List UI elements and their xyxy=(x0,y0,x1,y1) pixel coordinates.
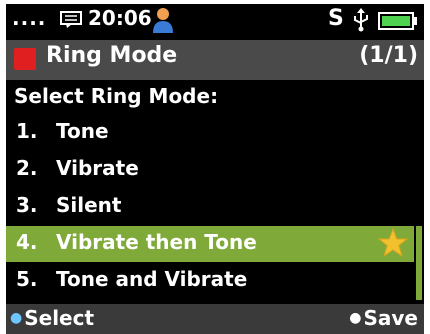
status-bar: .... 20:06 S xyxy=(6,4,424,38)
bullet-icon: ● xyxy=(349,310,362,326)
list-item-silent[interactable]: 3. Silent xyxy=(6,189,414,225)
star-icon xyxy=(378,228,408,258)
item-number: 2. xyxy=(16,156,38,180)
list-item-tone[interactable]: 1. Tone xyxy=(6,115,414,151)
item-label: Vibrate xyxy=(56,156,139,180)
scrollbar[interactable] xyxy=(416,226,422,300)
save-softkey[interactable]: ● Save xyxy=(349,306,418,330)
title-bar: Ring Mode (1/1) xyxy=(6,40,424,80)
save-label: Save xyxy=(363,306,418,330)
app-icon xyxy=(14,48,36,70)
item-label: Tone xyxy=(56,119,109,143)
prompt-label: Select Ring Mode: xyxy=(14,84,219,108)
s-indicator: S xyxy=(328,6,344,31)
bullet-icon: ● xyxy=(10,310,23,326)
item-label: Tone and Vibrate xyxy=(56,267,248,291)
select-softkey[interactable]: ● Select xyxy=(10,306,94,330)
clock-time: 20:06 xyxy=(88,6,152,30)
person-icon xyxy=(153,8,173,33)
battery-icon xyxy=(378,12,417,30)
list-item-tone-and-vibrate[interactable]: 5. Tone and Vibrate xyxy=(6,263,414,299)
item-label: Vibrate then Tone xyxy=(56,230,257,254)
message-icon xyxy=(60,11,82,28)
select-label: Select xyxy=(24,306,95,330)
usb-icon xyxy=(354,8,368,32)
signal-dots: .... xyxy=(12,6,47,30)
item-number: 5. xyxy=(16,267,38,291)
item-number: 1. xyxy=(16,119,38,143)
page-count: (1/1) xyxy=(359,43,418,68)
item-label: Silent xyxy=(56,193,122,217)
list-item-vibrate-then-tone[interactable]: 4. Vibrate then Tone xyxy=(6,226,414,262)
softkey-bar: ● Select ● Save xyxy=(6,304,424,334)
item-number: 4. xyxy=(16,230,38,254)
page-title: Ring Mode xyxy=(46,43,178,68)
phone-screen: .... 20:06 S Ring Mode (1/1) Select Ring… xyxy=(6,4,424,334)
item-number: 3. xyxy=(16,193,38,217)
list-item-vibrate[interactable]: 2. Vibrate xyxy=(6,152,414,188)
